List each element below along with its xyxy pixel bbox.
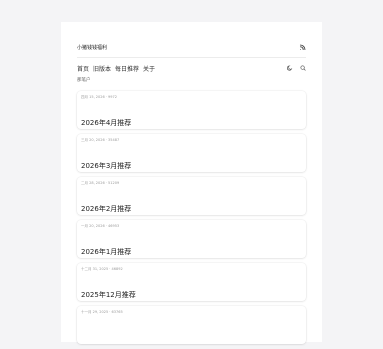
nav-item-old-version[interactable]: 旧版本 (93, 64, 111, 73)
post-card[interactable]: 十一月 29, 2025 · 63765 (77, 306, 306, 344)
post-meta: 三月 20, 2026 · 35487 (81, 138, 120, 142)
page-container: 小猪钱钱福利 首页 旧版本 每日推荐 关于 那笔户 四月 15, 2026 · … (61, 22, 322, 344)
nav-item-home[interactable]: 首页 (77, 64, 89, 73)
post-title[interactable]: 2026年1月推荐 (81, 247, 131, 257)
post-title[interactable]: 2026年2月推荐 (81, 204, 131, 214)
search-icon[interactable] (300, 65, 306, 71)
nav-links: 首页 旧版本 每日推荐 关于 (77, 64, 155, 73)
site-title[interactable]: 小猪钱钱福利 (77, 44, 107, 51)
nav-icons (287, 65, 306, 71)
site-header: 小猪钱钱福利 (77, 40, 306, 54)
post-meta: 十二月 31, 2025 · 46892 (81, 267, 123, 271)
post-card[interactable]: 三月 20, 2026 · 35487 2026年3月推荐 (77, 134, 306, 172)
post-meta: 四月 15, 2026 · 9972 (81, 95, 117, 99)
main-nav: 首页 旧版本 每日推荐 关于 (77, 62, 306, 74)
post-title[interactable]: 2026年4月推荐 (81, 118, 131, 128)
post-title[interactable]: 2025年12月推荐 (81, 290, 136, 300)
post-card[interactable]: 一月 20, 2026 · 46953 2026年1月推荐 (77, 220, 306, 258)
post-meta: 二月 28, 2026 · 51209 (81, 181, 120, 185)
post-meta: 一月 20, 2026 · 46953 (81, 224, 120, 228)
moon-icon[interactable] (287, 65, 293, 71)
post-title[interactable]: 2026年3月推荐 (81, 161, 131, 171)
post-card[interactable]: 四月 15, 2026 · 9972 2026年4月推荐 (77, 91, 306, 129)
rss-icon[interactable] (299, 44, 306, 51)
breadcrumb: 那笔户 (77, 78, 91, 83)
nav-item-about[interactable]: 关于 (143, 64, 155, 73)
post-list: 四月 15, 2026 · 9972 2026年4月推荐 三月 20, 2026… (77, 91, 306, 349)
nav-item-daily-picks[interactable]: 每日推荐 (115, 64, 139, 73)
post-meta: 十一月 29, 2025 · 63765 (81, 310, 123, 314)
header-divider (77, 57, 306, 58)
post-card[interactable]: 十二月 31, 2025 · 46892 2025年12月推荐 (77, 263, 306, 301)
post-card[interactable]: 二月 28, 2026 · 51209 2026年2月推荐 (77, 177, 306, 215)
